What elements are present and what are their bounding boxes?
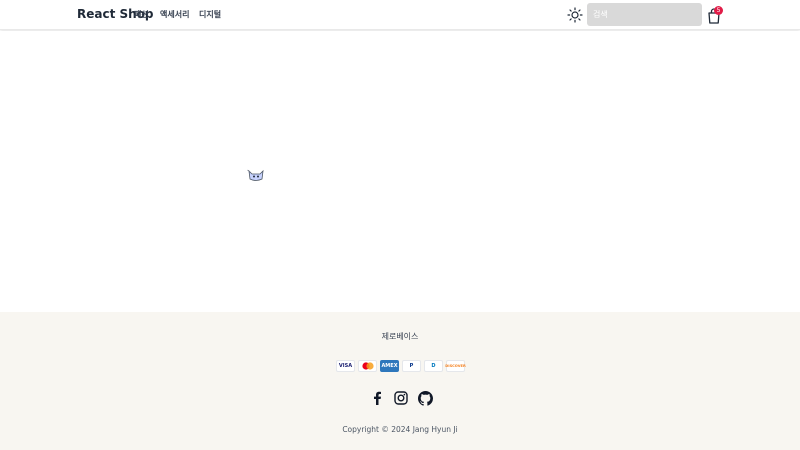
social-links	[369, 390, 433, 406]
search-input[interactable]	[587, 3, 702, 26]
amex-icon: AMEX	[380, 360, 399, 372]
footer-link-zerobase[interactable]: 제로베이스	[0, 331, 800, 342]
github-icon[interactable]	[417, 390, 433, 406]
mastercard-icon	[358, 360, 377, 372]
visa-icon: VISA	[336, 360, 355, 372]
payment-methods: VISA AMEX P D DISCOVER	[336, 360, 466, 372]
facebook-icon[interactable]	[369, 390, 385, 406]
cart-count-badge: 5	[714, 6, 723, 15]
nav-link-accessory[interactable]: 액세서리	[160, 9, 189, 20]
instagram-icon[interactable]	[393, 390, 409, 406]
main-content	[0, 31, 800, 312]
top-navbar: React Shop 패션 액세서리 디지털 5	[0, 0, 800, 30]
nav-link-digital[interactable]: 디지털	[199, 9, 221, 20]
theme-toggle-sun-icon[interactable]	[567, 7, 583, 23]
copyright-text: Copyright © 2024 Jang Hyun Ji	[342, 425, 458, 434]
loading-cat-icon	[246, 167, 266, 183]
diners-icon: D	[424, 360, 443, 372]
paypal-icon: P	[402, 360, 421, 372]
discover-icon: DISCOVER	[445, 360, 466, 372]
nav-link-fashion[interactable]: 패션	[134, 9, 149, 20]
footer: 제로베이스 VISA AMEX P D DISCOVER Copyright ©…	[0, 312, 800, 450]
